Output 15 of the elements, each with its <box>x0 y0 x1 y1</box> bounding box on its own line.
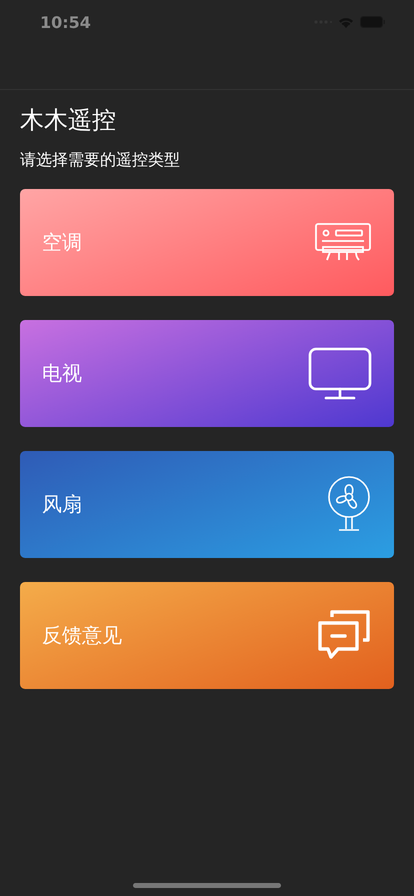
card-label: 空调 <box>42 229 82 256</box>
app-title: 木木遥控 <box>20 106 117 134</box>
remote-type-card[interactable]: 风扇 <box>20 451 394 558</box>
fan-icon <box>326 476 372 534</box>
air-conditioner-icon <box>314 222 372 264</box>
home-indicator[interactable] <box>133 883 281 888</box>
monitor-icon <box>308 346 372 400</box>
card-label: 反馈意见 <box>42 622 122 649</box>
status-time: 10:54 <box>40 12 91 32</box>
card-label: 电视 <box>42 360 82 387</box>
remote-type-card[interactable]: 反馈意见 <box>20 582 394 689</box>
remote-type-card[interactable]: 电视 <box>20 320 394 427</box>
subtitle: 请选择需要的遥控类型 <box>20 150 181 171</box>
card-label: 风扇 <box>42 491 82 518</box>
remote-type-card[interactable]: 空调 <box>20 189 394 296</box>
